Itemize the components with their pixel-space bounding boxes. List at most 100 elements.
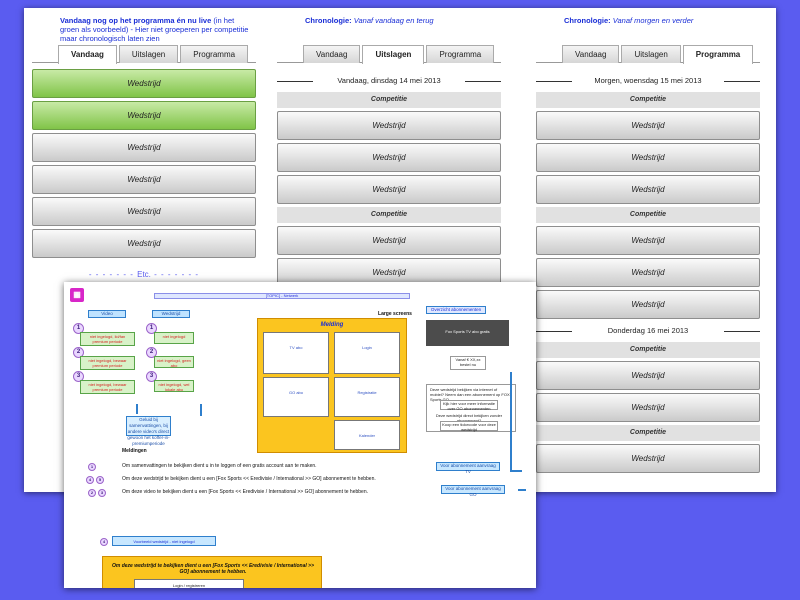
- match-row[interactable]: Wedstrijd: [32, 165, 256, 194]
- step-number: 2: [88, 489, 96, 497]
- match-header: Wedstrijd: [152, 310, 190, 318]
- panel-login: Login: [334, 332, 400, 374]
- match-list: Wedstrijd Wedstrijd Wedstrijd Wedstrijd Weds…: [32, 63, 256, 279]
- video-header: Video: [88, 310, 126, 318]
- column-programma: Chronologie: Vanaf morgen en verder Vanda…: [536, 8, 760, 492]
- abonnement-overview: Overzicht abonnementen: [426, 306, 486, 314]
- melding-line-1: Om samenvattingen te bekijken dient u in…: [122, 463, 317, 469]
- match-row[interactable]: Wedstrijd: [536, 226, 760, 255]
- panel-tv-abo: TV abo: [263, 332, 329, 374]
- competition-header: Competitie: [536, 425, 760, 441]
- competition-header: Competitie: [536, 342, 760, 358]
- step-number: 5: [96, 476, 104, 484]
- match-row[interactable]: Wedstrijd: [536, 175, 760, 204]
- connector-line: [200, 404, 202, 416]
- live-match-row[interactable]: Wedstrijd: [32, 69, 256, 98]
- match-row[interactable]: Wedstrijd: [277, 175, 501, 204]
- go-info-button[interactable]: Kijk hier voor meer informatie over GO a…: [440, 400, 498, 411]
- tab-bar: Vandaag Uitslagen Programma: [32, 44, 256, 64]
- column-header-text: Vanaf vandaag en terug: [351, 16, 434, 25]
- panel-label: Kalender: [358, 433, 375, 438]
- tab-bar: Vandaag Uitslagen Programma: [277, 44, 501, 64]
- match-state-3: niet ingelogd, wel lokale abo: [154, 380, 194, 392]
- note-box: Geluid bij samenvattingen, bij andere vi…: [126, 416, 171, 446]
- match-list: Vandaag, dinsdag 14 mei 2013 Competitie We…: [277, 63, 501, 319]
- match-row[interactable]: Wedstrijd: [32, 229, 256, 258]
- melding-line-2: Om deze wedstrijd te bekijken dient u ee…: [122, 476, 376, 482]
- tab-uitslagen[interactable]: Uitslagen: [118, 45, 179, 63]
- column-header-note: Chronologie: Vanaf morgen en verder: [536, 8, 760, 42]
- column-header-note: Chronologie: Vanaf vandaag en terug: [277, 8, 501, 42]
- tab-uitslagen[interactable]: Uitslagen: [621, 45, 681, 63]
- tab-vandaag[interactable]: Vandaag: [58, 45, 117, 64]
- tab-programma[interactable]: Programma: [682, 45, 754, 64]
- competition-header: Competitie: [277, 92, 501, 108]
- tab-uitslagen[interactable]: Uitslagen: [362, 45, 425, 64]
- melding-title: Melding: [320, 322, 344, 328]
- video-state-1: niet ingelogd, lid/fan premium periode: [80, 332, 135, 346]
- order-button[interactable]: Vanaf € XX,xx bestel nu: [450, 356, 486, 370]
- connector-line: [136, 404, 138, 414]
- logo-icon: ▦: [70, 288, 84, 302]
- match-list: Morgen, woensdag 15 mei 2013 Competitie We…: [536, 63, 760, 473]
- column-header-label: Chronologie:: [564, 16, 611, 25]
- column-header-label: Chronologie:: [305, 16, 352, 25]
- date-separator: Vandaag, dinsdag 14 mei 2013: [277, 73, 501, 89]
- competition-header: Competitie: [536, 92, 760, 108]
- tab-vandaag[interactable]: Vandaag: [303, 45, 361, 63]
- match-state-1: niet ingelogd: [154, 332, 194, 344]
- tv-abo-label: Fox Sports TV abo gratis: [445, 329, 490, 334]
- connector-line: [510, 470, 522, 472]
- panel-label: Registratie: [357, 390, 377, 395]
- footer-example-label: Voorbeeld wedstrijd - niet ingelogd: [112, 536, 216, 546]
- competition-header: Competitie: [277, 207, 501, 223]
- large-screen-frame: Melding TV abo Login GO abo Registratie …: [257, 318, 407, 453]
- step-number: 4: [100, 538, 108, 546]
- tab-programma[interactable]: Programma: [180, 45, 249, 63]
- tab-vandaag[interactable]: Vandaag: [562, 45, 620, 63]
- match-row[interactable]: Wedstrijd: [536, 290, 760, 319]
- panel-go-abo: GO abo: [263, 377, 329, 417]
- match-row[interactable]: Wedstrijd: [536, 393, 760, 422]
- tv-request-box: Voor abonnement aanvraag TV: [436, 462, 500, 474]
- match-row[interactable]: Wedstrijd: [277, 226, 501, 255]
- step-number: 1: [88, 463, 96, 471]
- connector-line: [518, 489, 526, 491]
- match-row[interactable]: Wedstrijd: [536, 111, 760, 140]
- meldingen-title: Meldingen: [122, 448, 147, 454]
- column-header-note: Vandaag nog op het programma én nu live …: [32, 8, 256, 43]
- tab-programma[interactable]: Programma: [426, 45, 495, 63]
- wireframe-title: [TOPIC] - Netwerk: [154, 293, 410, 299]
- panel-kalender: Kalender: [334, 420, 400, 450]
- go-request-box: Voor abonnement aanvraag GO: [441, 485, 505, 497]
- match-row[interactable]: Wedstrijd: [277, 111, 501, 140]
- panel-label: Login: [362, 345, 372, 350]
- match-row[interactable]: Wedstrijd: [32, 133, 256, 162]
- direct-view-text: Deze wedstrijd direct bekijken zonder ab…: [435, 413, 503, 423]
- step-number: 4: [86, 476, 94, 484]
- panel-registratie: Registratie: [334, 377, 400, 417]
- connector-line: [510, 372, 512, 470]
- video-state-3: niet ingelogd, bewaar premium periode: [80, 380, 135, 394]
- column-header-label: Vandaag nog op het programma én nu live: [60, 16, 212, 25]
- melding-line-3: Om deze video te bekijken dient u een [F…: [122, 489, 368, 495]
- orange-message-text: Om deze wedstrijd te bekijken dient u ee…: [111, 563, 314, 575]
- column-header-text: Vanaf morgen en verder: [610, 16, 694, 25]
- match-state-2: niet ingelogd, geen abo: [154, 356, 194, 368]
- login-register-field[interactable]: Login / registreren: [134, 579, 244, 588]
- date-separator: Morgen, woensdag 15 mei 2013: [536, 73, 760, 89]
- match-row[interactable]: Wedstrijd: [32, 197, 256, 226]
- match-row[interactable]: Wedstrijd: [536, 361, 760, 390]
- panel-label: GO abo: [288, 390, 303, 395]
- date-separator: Donderdag 16 mei 2013: [536, 323, 760, 339]
- tv-abo-panel: Fox Sports TV abo gratis: [426, 320, 509, 346]
- ticket-button[interactable]: Koop een tickecode voor deze wedstrijd: [440, 421, 498, 432]
- tab-bar: Vandaag Uitslagen Programma: [536, 44, 760, 64]
- video-state-2: niet ingelogd, bewaar premium periode: [80, 356, 135, 370]
- match-row[interactable]: Wedstrijd: [536, 258, 760, 287]
- match-row[interactable]: Wedstrijd: [536, 143, 760, 172]
- live-match-row[interactable]: Wedstrijd: [32, 101, 256, 130]
- match-row[interactable]: Wedstrijd: [277, 143, 501, 172]
- match-row[interactable]: Wedstrijd: [536, 444, 760, 473]
- step-number: 3: [98, 489, 106, 497]
